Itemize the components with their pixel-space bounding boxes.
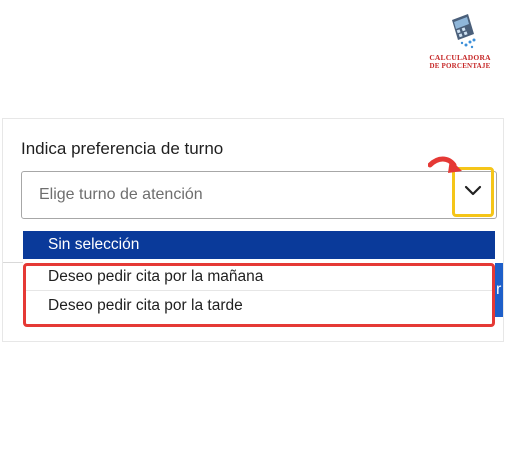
logo-text-line2: DE PORCENTAJE [429, 62, 491, 70]
select-placeholder: Elige turno de atención [39, 186, 203, 203]
form-panel: Indica preferencia de turno Elige turno … [2, 118, 504, 342]
field-label: Indica preferencia de turno [21, 139, 224, 158]
divider [3, 262, 23, 263]
shift-select[interactable]: Elige turno de atención [21, 171, 497, 219]
calculator-logo-icon [452, 14, 476, 49]
background-button-glyph: r [496, 281, 502, 298]
chevron-down-icon [464, 185, 482, 196]
dropdown-list: Sin selección Deseo pedir cita por la ma… [23, 231, 495, 323]
option-tarde[interactable]: Deseo pedir cita por la tarde [23, 292, 495, 320]
option-sin-seleccion[interactable]: Sin selección [23, 231, 495, 259]
background-button-fragment: r [495, 263, 503, 317]
logo-text-line1: CALCULADORA [429, 53, 491, 62]
option-manana[interactable]: Deseo pedir cita por la mañana [23, 263, 495, 291]
calculadora-logo: CALCULADORA DE PORCENTAJE [428, 12, 492, 78]
annotation-arrow-icon [428, 156, 462, 173]
